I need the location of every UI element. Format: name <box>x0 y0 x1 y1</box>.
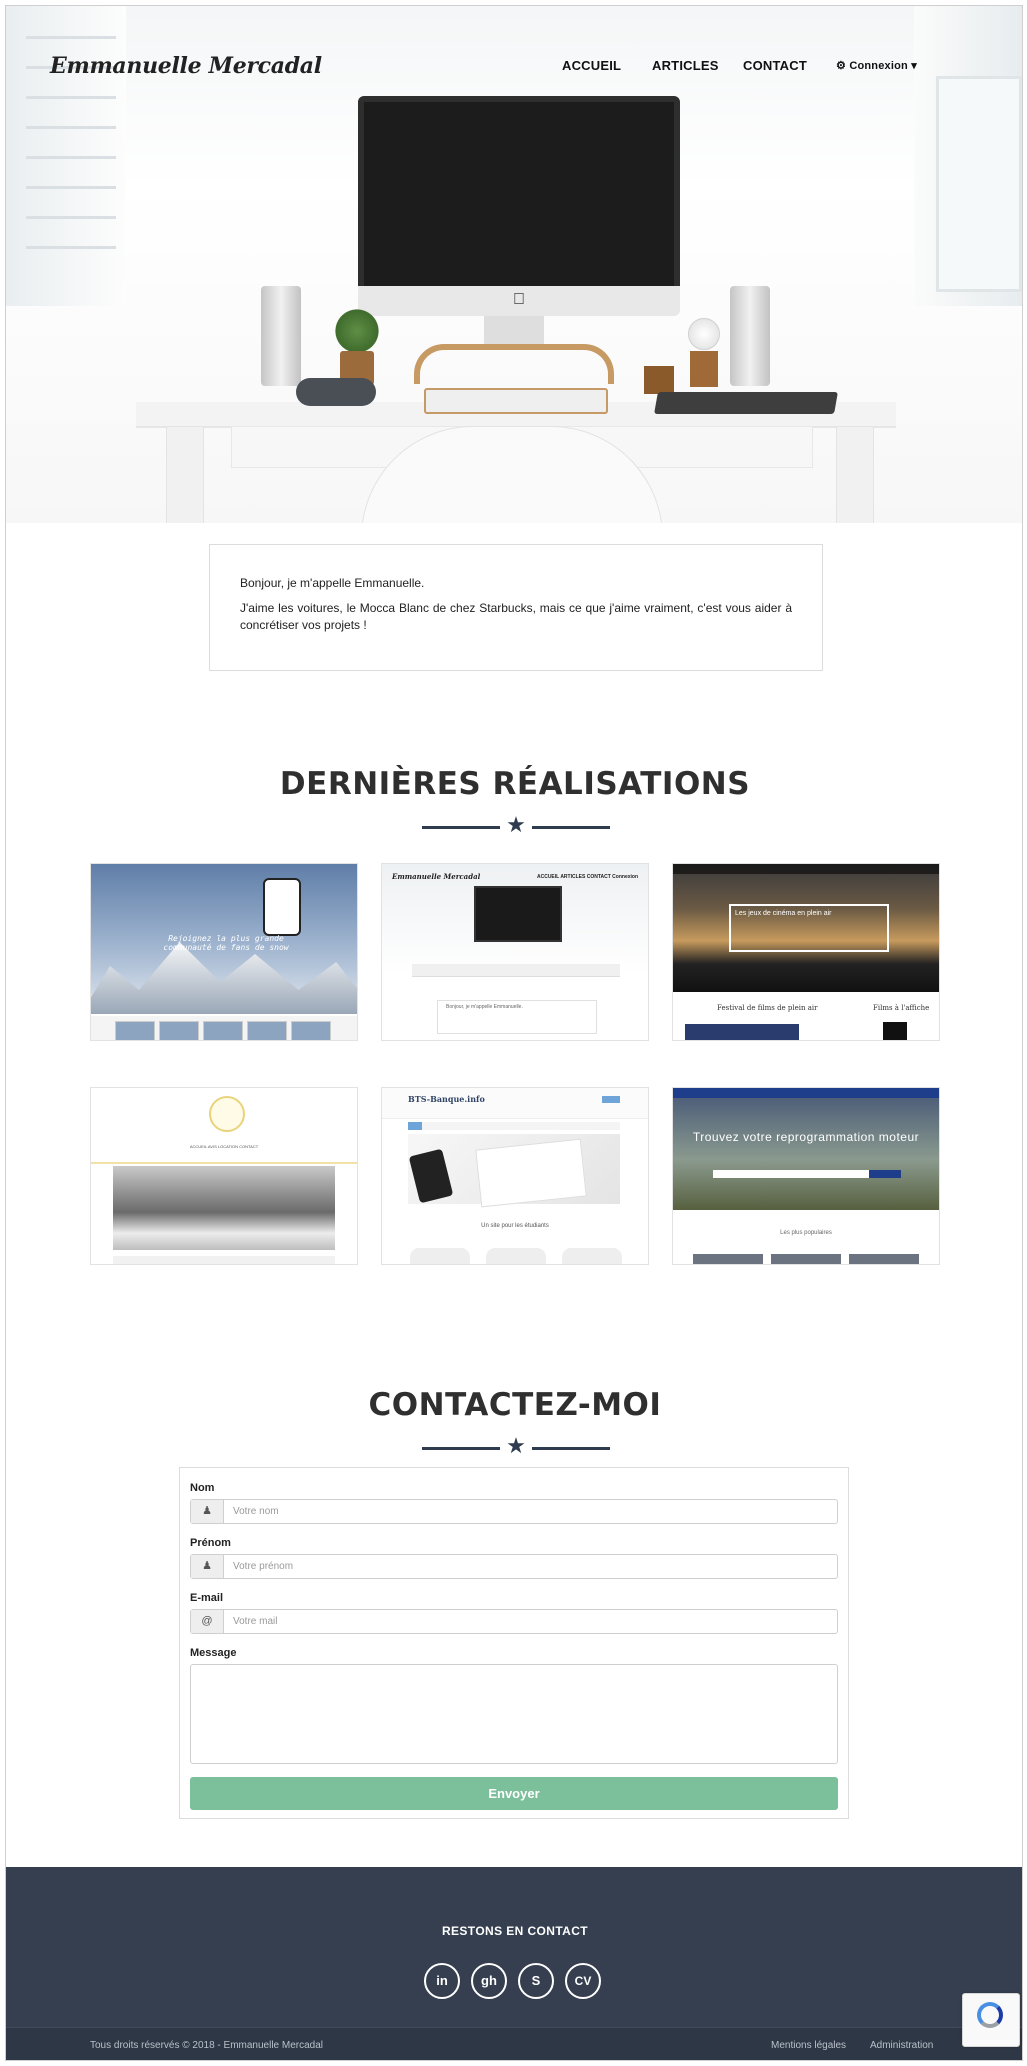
message-textarea[interactable] <box>190 1664 838 1764</box>
speaker-left <box>261 286 301 386</box>
footer-bottom-bar: Tous droits réservés © 2018 - Emmanuelle… <box>6 2027 1022 2060</box>
caret-down-icon: ▾ <box>911 60 917 72</box>
recaptcha-icon <box>977 2002 1003 2028</box>
linkedin-icon[interactable]: in <box>424 1963 460 1999</box>
send-button[interactable]: Envoyer <box>190 1777 838 1810</box>
portfolio-title: DERNIÈRES RÉALISATIONS <box>279 766 751 802</box>
github-icon[interactable]: gh <box>471 1963 507 1999</box>
message-label: Message <box>190 1647 237 1659</box>
keyboard <box>424 388 608 414</box>
firstname-field[interactable]: ♟ Votre prénom <box>190 1554 838 1579</box>
portfolio-item-2[interactable]: Emmanuelle Mercadal ACCUEIL ARTICLES CON… <box>381 863 649 1041</box>
portfolio-item-4[interactable]: ACCUEIL AVIS LOCATION CONTACT <box>90 1087 358 1265</box>
portfolio-item-6[interactable]: Trouvez votre reprogrammation moteur Les… <box>672 1087 940 1265</box>
speaker-right <box>730 286 770 386</box>
seal-logo <box>209 1096 245 1132</box>
intro-greeting: Bonjour, je m'appelle Emmanuelle. <box>240 576 425 590</box>
window-right <box>914 6 1022 306</box>
name-label: Nom <box>190 1482 215 1494</box>
copyright: Tous droits réservés © 2018 - Emmanuelle… <box>90 2040 324 2051</box>
name-field[interactable]: ♟ Votre nom <box>190 1499 838 1524</box>
headphones <box>296 378 376 406</box>
intro-box: Bonjour, je m'appelle Emmanuelle. J'aime… <box>209 544 823 671</box>
portfolio-item-5[interactable]: BTS-Banque.info Un site pour les étudian… <box>381 1087 649 1265</box>
footer: RESTONS EN CONTACT in gh S CV Tous droit… <box>6 1867 1022 2060</box>
admin-link[interactable]: Administration <box>870 2040 933 2051</box>
lamp <box>688 318 720 350</box>
chalet-image <box>113 1166 335 1250</box>
at-icon: @ <box>191 1610 224 1633</box>
email-field[interactable]: @ Votre mail <box>190 1609 838 1634</box>
email-label: E-mail <box>190 1592 224 1604</box>
portfolio-item-3[interactable]: Les jeux de cinéma en plein air Festival… <box>672 863 940 1041</box>
title-divider: ★ <box>6 812 1022 839</box>
contact-divider: ★ <box>6 1433 1022 1460</box>
nav-accueil[interactable]: ACCUEIL <box>562 58 621 73</box>
nav-articles[interactable]: ARTICLES <box>652 58 719 73</box>
window-left <box>6 6 126 306</box>
star-icon: ★ <box>506 812 526 837</box>
nav-contact[interactable]: CONTACT <box>743 58 807 73</box>
apple-logo-icon:  <box>358 291 680 309</box>
star-icon: ★ <box>506 1433 526 1458</box>
skype-icon[interactable]: S <box>518 1963 554 1999</box>
firstname-label: Prénom <box>190 1537 231 1549</box>
gear-icon: ⚙ <box>836 60 847 72</box>
main-nav: ACCUEIL ARTICLES CONTACT ⚙ Connexion ▾ <box>6 58 1022 78</box>
user-icon: ♟ <box>191 1555 224 1578</box>
page:  Emmanuelle Mercadal ACCUEIL ARTICLES C… <box>5 5 1023 2061</box>
hero-section:  Emmanuelle Mercadal ACCUEIL ARTICLES C… <box>6 6 1022 523</box>
user-icon: ♟ <box>191 1500 224 1523</box>
plant <box>332 306 382 356</box>
footer-title: RESTONS EN CONTACT <box>441 1924 589 1938</box>
portfolio-item-1[interactable]: Rejoignez la plus grande communauté de f… <box>90 863 358 1041</box>
snowboarder-image <box>263 878 301 936</box>
computer-screen <box>358 96 680 292</box>
legal-link[interactable]: Mentions légales <box>771 2040 846 2051</box>
recaptcha-badge[interactable] <box>962 1993 1020 2047</box>
contact-form: Nom ♟ Votre nom Prénom ♟ Votre prénom E-… <box>179 1467 849 1819</box>
contact-title: CONTACTEZ-MOI <box>368 1387 662 1423</box>
login-dropdown[interactable]: ⚙ Connexion ▾ <box>836 59 917 72</box>
cv-icon[interactable]: CV <box>565 1963 601 1999</box>
intro-text: J'aime les voitures, le Mocca Blanc de c… <box>240 601 792 632</box>
